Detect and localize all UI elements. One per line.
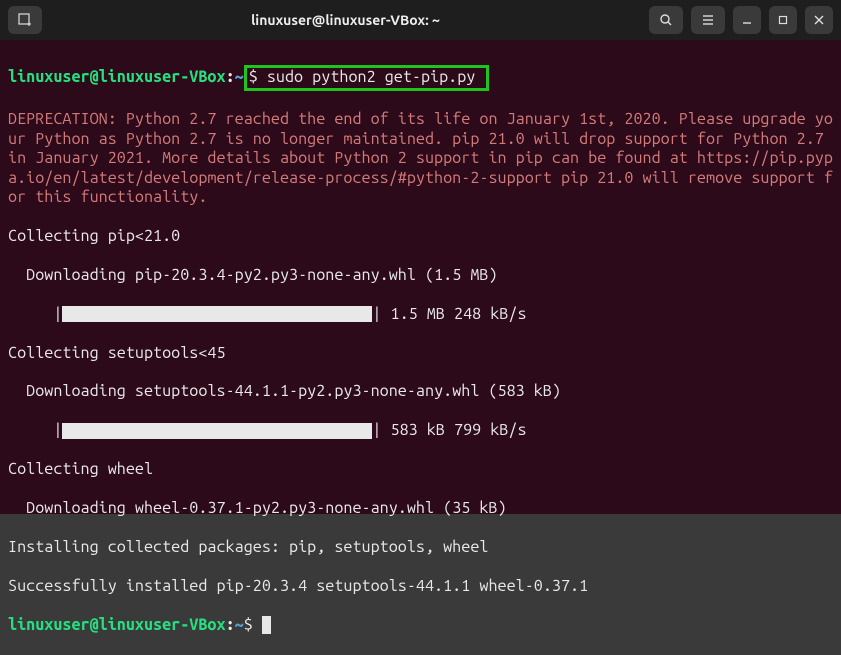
prompt-dollar: $ xyxy=(249,68,258,86)
progress-pip: || 1.5 MB 248 kB/s xyxy=(8,305,833,324)
progress-setuptools: || 583 kB 799 kB/s xyxy=(8,421,833,440)
progress-setuptools-stats: 583 kB 799 kB/s xyxy=(381,421,526,439)
minimize-button[interactable] xyxy=(733,6,761,34)
prompt-path: ~ xyxy=(235,68,244,86)
maximize-button[interactable] xyxy=(769,6,797,34)
search-button[interactable] xyxy=(649,6,683,34)
installing-packages: Installing collected packages: pip, setu… xyxy=(8,538,833,557)
prompt-user-host: linuxuser@linuxuser-VBox xyxy=(8,616,226,634)
command-text: sudo python2 get-pip.py xyxy=(258,68,485,86)
progress-pip-stats: 1.5 MB 248 kB/s xyxy=(381,305,526,323)
downloading-setuptools: Downloading setuptools-44.1.1-py2.py3-no… xyxy=(8,382,833,401)
progress-bar-icon xyxy=(62,306,372,322)
success-message: Successfully installed pip-20.3.4 setupt… xyxy=(8,577,833,596)
prompt-user-host: linuxuser@linuxuser-VBox xyxy=(8,68,226,86)
cursor-icon xyxy=(262,616,271,634)
prompt-line-1: linuxuser@linuxuser-VBox:~$ sudo python2… xyxy=(8,65,833,90)
titlebar: linuxuser@linuxuser-VBox: ~ xyxy=(0,0,841,40)
prompt-colon: : xyxy=(226,68,235,86)
command-highlight-box: $ sudo python2 get-pip.py xyxy=(244,65,490,90)
terminal-body[interactable]: linuxuser@linuxuser-VBox:~$ sudo python2… xyxy=(0,40,841,514)
prompt-dollar: $ xyxy=(244,616,253,634)
prompt-path: ~ xyxy=(235,616,244,634)
progress-bar-icon xyxy=(62,423,372,439)
close-button[interactable] xyxy=(805,6,833,34)
menu-button[interactable] xyxy=(691,6,725,34)
collecting-wheel: Collecting wheel xyxy=(8,460,833,479)
downloading-wheel: Downloading wheel-0.37.1-py2.py3-none-an… xyxy=(8,499,833,518)
collecting-pip: Collecting pip<21.0 xyxy=(8,227,833,246)
prompt-line-2: linuxuser@linuxuser-VBox:~$ xyxy=(8,616,833,635)
deprecation-warning: DEPRECATION: Python 2.7 reached the end … xyxy=(8,110,833,207)
window-title: linuxuser@linuxuser-VBox: ~ xyxy=(50,12,641,28)
collecting-setuptools: Collecting setuptools<45 xyxy=(8,344,833,363)
prompt-colon: : xyxy=(226,616,235,634)
new-tab-button[interactable] xyxy=(8,6,42,34)
downloading-pip: Downloading pip-20.3.4-py2.py3-none-any.… xyxy=(8,266,833,285)
